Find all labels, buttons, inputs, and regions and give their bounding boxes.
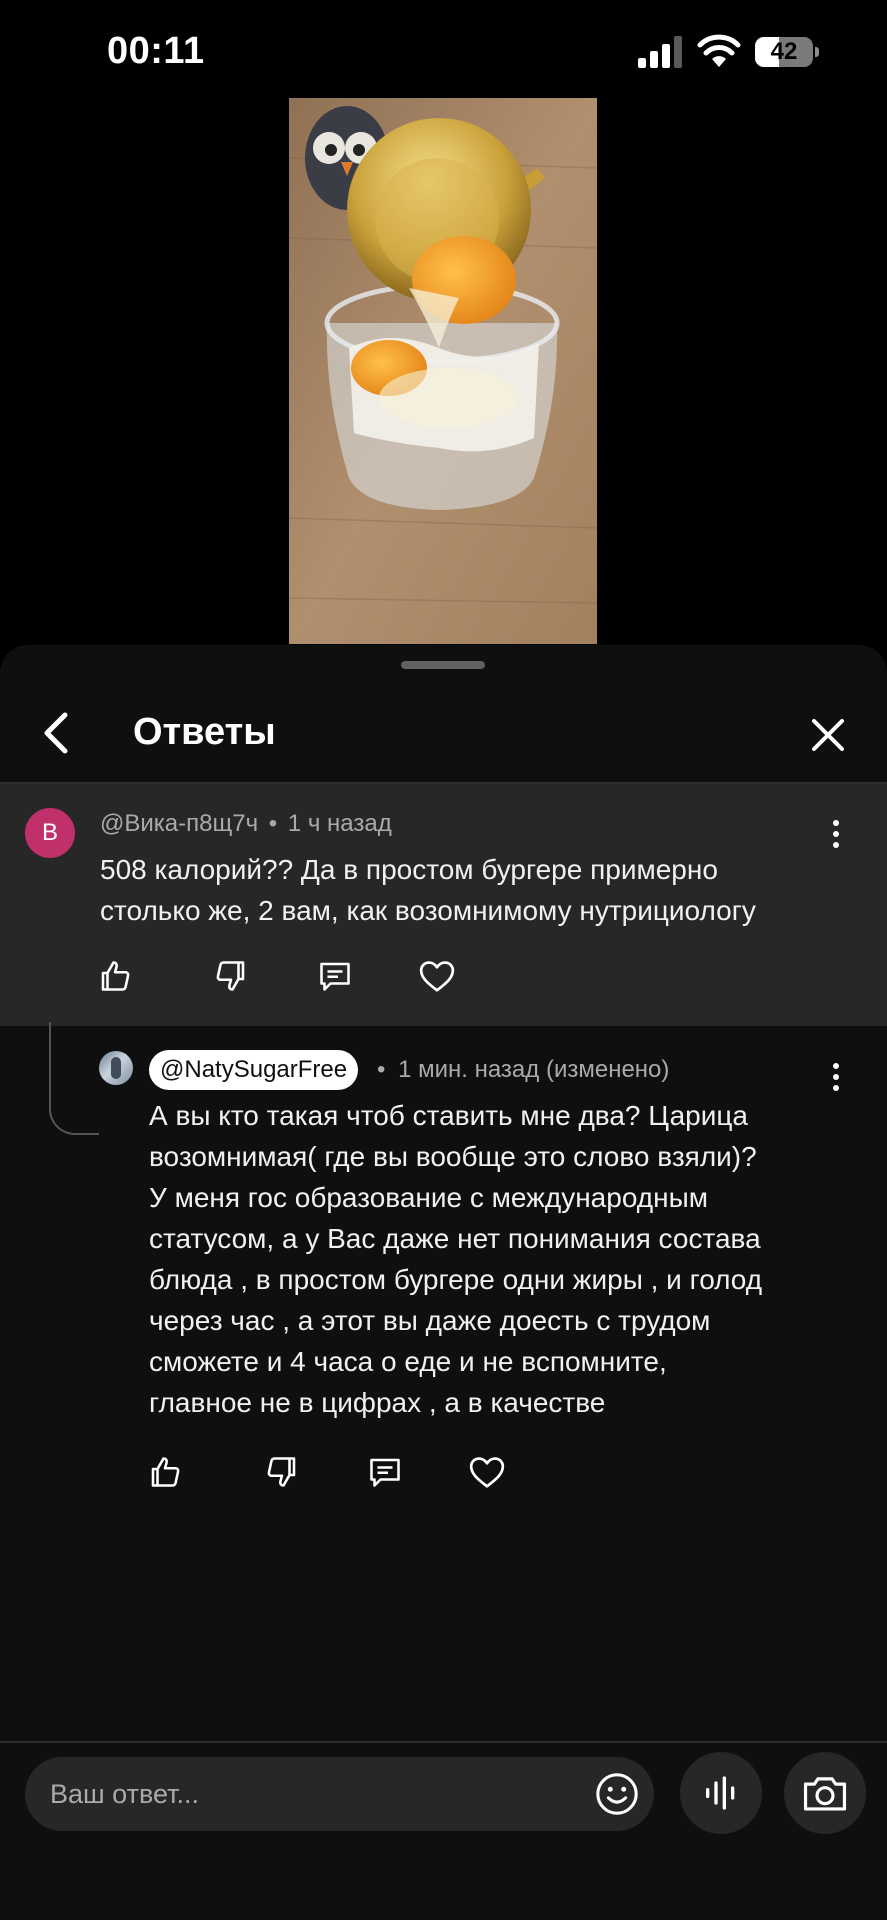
reply-author-handle[interactable]: @NatySugarFree [149, 1050, 359, 1090]
parent-comment: В @Вика-п8щ7ч • 1 ч назад 508 калорий?? … [0, 784, 887, 1026]
comment-author[interactable]: @Вика-п8щ7ч [100, 810, 258, 837]
back-button[interactable] [30, 705, 82, 761]
heart-button[interactable] [415, 954, 459, 998]
video-frame-image [289, 98, 597, 644]
reply-line: возомнимая( где вы вообще это слово взял… [149, 1141, 757, 1172]
thumbs-up-icon [151, 1457, 180, 1487]
comment-text: 508 калорий?? Да в простом бургере приме… [100, 849, 756, 931]
reply-line: через час , а этот вы даже доесть с труд… [149, 1305, 711, 1336]
avatar[interactable]: В [25, 808, 75, 858]
more-options-button[interactable] [816, 814, 856, 854]
comment-meta: @Вика-п8щ7ч • 1 ч назад [100, 810, 392, 838]
reply-line: главное не в цифрах , а в качестве [149, 1387, 606, 1418]
heart-button[interactable] [465, 1450, 509, 1494]
panel-header: Ответы [0, 685, 887, 781]
voice-button[interactable] [680, 1752, 762, 1834]
comment-line: столько же, 2 вам, как возомнимому нутри… [100, 895, 756, 926]
avatar[interactable] [99, 1051, 133, 1085]
drag-handle[interactable] [401, 661, 485, 669]
reply-line: У меня гос образование с международным [149, 1182, 708, 1213]
wifi-icon [697, 34, 741, 67]
like-button[interactable] [93, 954, 137, 998]
emoji-button[interactable] [592, 1769, 642, 1819]
status-time: 00:11 [107, 30, 205, 72]
comment-icon [370, 1458, 400, 1487]
cellular-signal-icon [638, 36, 682, 68]
close-button[interactable] [800, 707, 856, 763]
reply-line: блюда , в простом бургере одни жиры , и … [149, 1264, 763, 1295]
replies-panel: Ответы В @Вика-п8щ7ч • 1 ч назад 508 кал… [0, 645, 887, 1920]
thread-connector [49, 1022, 99, 1135]
meta-separator: • [268, 810, 278, 837]
thumbs-down-icon [216, 961, 245, 991]
dislike-button[interactable] [209, 954, 253, 998]
panel-title: Ответы [133, 711, 276, 753]
voice-icon [706, 1776, 735, 1810]
reply-meta: • 1 мин. назад (изменено) [377, 1056, 669, 1084]
battery-icon: 42 [755, 37, 819, 67]
reply-text: А вы кто такая чтоб ставить мне два? Цар… [149, 1095, 762, 1423]
close-icon [812, 719, 844, 751]
reply-line: А вы кто такая чтоб ставить мне два? Цар… [149, 1100, 749, 1131]
like-button[interactable] [143, 1450, 187, 1494]
reply-input[interactable] [50, 1757, 590, 1831]
input-divider [0, 1741, 887, 1743]
reply-button[interactable] [363, 1450, 407, 1494]
reply-line: статусом, а у Вас даже нет понимания сос… [149, 1223, 761, 1254]
camera-button[interactable] [784, 1752, 866, 1834]
dislike-button[interactable] [260, 1450, 304, 1494]
chevron-left-icon [44, 712, 68, 754]
reply-button[interactable] [313, 954, 357, 998]
thumbs-down-icon [267, 1457, 296, 1487]
video-player[interactable] [289, 98, 597, 644]
thumbs-up-icon [101, 961, 130, 991]
status-bar: 00:11 42 [0, 0, 887, 100]
heart-icon [469, 1457, 505, 1488]
more-options-button[interactable] [816, 1057, 856, 1097]
reply-input-container[interactable] [25, 1757, 654, 1831]
meta-separator: • [377, 1056, 386, 1083]
battery-level-text: 42 [770, 38, 798, 65]
comment-line: 508 калорий?? Да в простом бургере приме… [100, 854, 718, 885]
camera-icon [803, 1777, 847, 1811]
reply-line: сможете и 4 часа о еде и не вспомните, [149, 1346, 667, 1377]
heart-icon [419, 961, 455, 992]
comment-icon [320, 962, 350, 991]
comment-time: 1 ч назад [287, 810, 392, 837]
smiley-icon [596, 1773, 638, 1815]
reply-time: 1 мин. назад (изменено) [398, 1056, 670, 1083]
